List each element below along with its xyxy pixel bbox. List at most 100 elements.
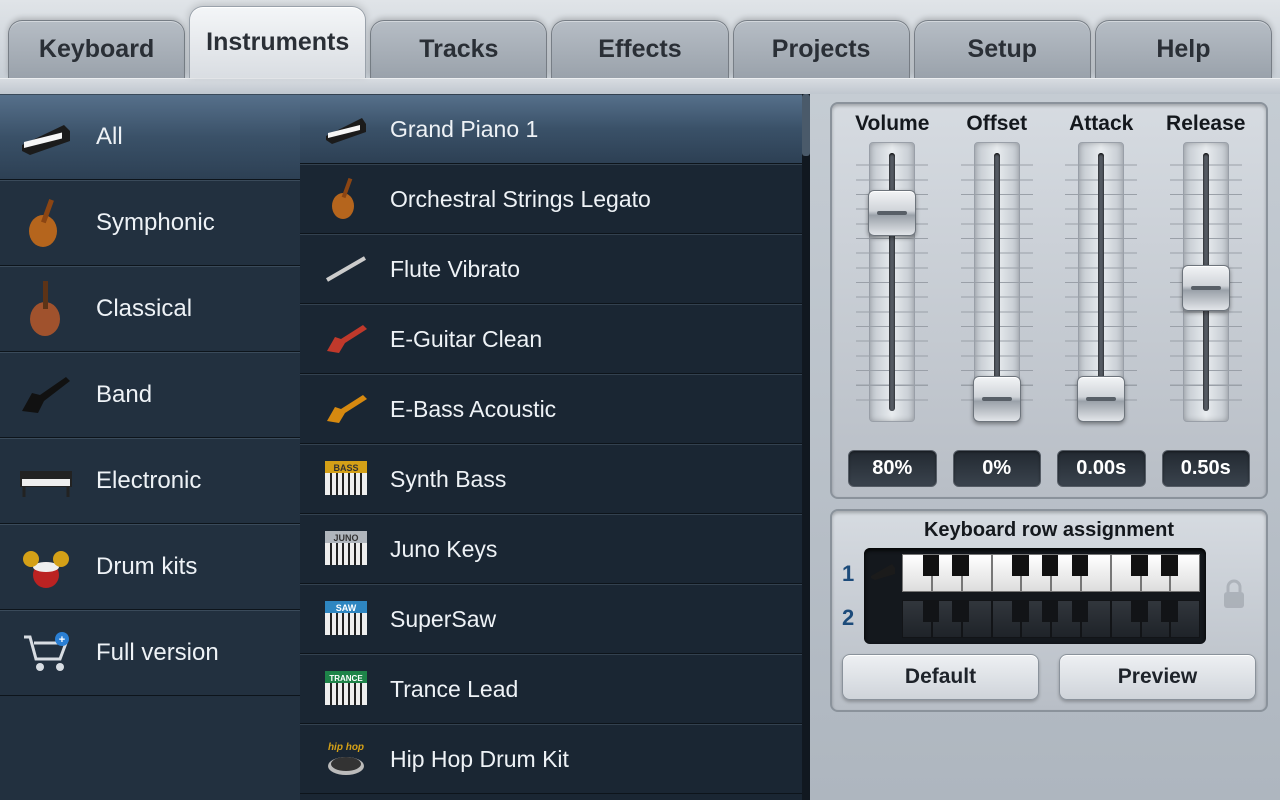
- tab-label: Effects: [598, 35, 681, 64]
- instrument-flute[interactable]: Flute Vibrato: [300, 234, 810, 304]
- row-numbers: 1 2: [842, 561, 854, 631]
- tab-tracks[interactable]: Tracks: [370, 20, 547, 78]
- lock-icon: [1216, 576, 1256, 616]
- bass-icon: [322, 387, 370, 431]
- keyboard-row-2: [902, 600, 1200, 638]
- category-label: Electronic: [96, 467, 201, 495]
- assignment-title: Keyboard row assignment: [842, 519, 1256, 542]
- instrument-orchestral-strings[interactable]: Orchestral Strings Legato: [300, 164, 810, 234]
- instrument-supersaw[interactable]: SAW SuperSaw: [300, 584, 810, 654]
- instrument-eguitar-clean[interactable]: E-Guitar Clean: [300, 304, 810, 374]
- tab-label: Projects: [772, 35, 871, 64]
- category-label: Classical: [96, 295, 192, 323]
- category-band[interactable]: Band: [0, 352, 300, 438]
- cello-icon: [18, 281, 74, 337]
- tab-help[interactable]: Help: [1095, 20, 1272, 78]
- slider-offset[interactable]: [974, 142, 1020, 422]
- instrument-label: Synth Bass: [390, 466, 506, 493]
- category-label: Symphonic: [96, 209, 215, 237]
- instrument-label: SuperSaw: [390, 606, 496, 633]
- keyboard-assignment: Keyboard row assignment 1 2: [830, 509, 1268, 712]
- slider-value-release: 0.50s: [1162, 450, 1251, 487]
- category-sidebar: All Symphonic Classical Band Electronic …: [0, 94, 300, 800]
- svg-text:hip hop: hip hop: [328, 742, 364, 753]
- slider-handle[interactable]: [1077, 376, 1125, 422]
- drums-icon: [18, 539, 74, 595]
- instrument-label: E-Guitar Clean: [390, 326, 542, 353]
- category-drumkits[interactable]: Drum kits: [0, 524, 300, 610]
- scrollbar-track[interactable]: [802, 94, 810, 800]
- piano-icon: [322, 107, 370, 151]
- eguitar-icon: [322, 317, 370, 361]
- piano-icon: [18, 109, 74, 165]
- instrument-label: Orchestral Strings Legato: [390, 186, 651, 213]
- eguitar-icon: [18, 367, 74, 423]
- tab-keyboard[interactable]: Keyboard: [8, 20, 185, 78]
- instrument-label: Grand Piano 1: [390, 116, 538, 143]
- keyboard-preview[interactable]: [864, 548, 1206, 644]
- cart-icon: +: [18, 625, 74, 681]
- row-number-1: 1: [842, 561, 854, 587]
- right-panel: Volume Offset Attack Release 80% 0% 0.00…: [810, 94, 1280, 800]
- slider-handle[interactable]: [973, 376, 1021, 422]
- category-label: Full version: [96, 639, 219, 667]
- svg-text:+: +: [59, 634, 65, 646]
- slider-handle[interactable]: [1182, 265, 1230, 311]
- category-classical[interactable]: Classical: [0, 266, 300, 352]
- tab-label: Keyboard: [39, 35, 154, 64]
- category-electronic[interactable]: Electronic: [0, 438, 300, 524]
- slider-value-offset: 0%: [953, 450, 1042, 487]
- svg-text:TRANCE: TRANCE: [329, 674, 363, 683]
- tab-label: Tracks: [419, 35, 498, 64]
- slider-label-release: Release: [1154, 112, 1259, 136]
- category-label: Band: [96, 381, 152, 409]
- svg-text:JUNO: JUNO: [333, 533, 358, 543]
- category-label: Drum kits: [96, 553, 197, 581]
- instrument-hiphop-drumkit[interactable]: hip hop Hip Hop Drum Kit: [300, 724, 810, 794]
- flute-icon: [322, 247, 370, 291]
- instrument-grand-piano[interactable]: Grand Piano 1: [300, 94, 810, 164]
- svg-text:BASS: BASS: [333, 463, 358, 473]
- tab-projects[interactable]: Projects: [733, 20, 910, 78]
- instrument-ebass-acoustic[interactable]: E-Bass Acoustic: [300, 374, 810, 444]
- slider-value-attack: 0.00s: [1057, 450, 1146, 487]
- slider-value-volume: 80%: [848, 450, 937, 487]
- default-button[interactable]: Default: [842, 654, 1039, 700]
- row-number-2: 2: [842, 605, 854, 631]
- instrument-list: Grand Piano 1 Orchestral Strings Legato …: [300, 94, 810, 800]
- category-fullversion[interactable]: + Full version: [0, 610, 300, 696]
- slider-volume[interactable]: [869, 142, 915, 422]
- tab-instruments[interactable]: Instruments: [189, 6, 366, 78]
- instrument-label: E-Bass Acoustic: [390, 396, 556, 423]
- instrument-juno-keys[interactable]: JUNO Juno Keys: [300, 514, 810, 584]
- instrument-synth-bass[interactable]: BASS Synth Bass: [300, 444, 810, 514]
- instrument-trance-lead[interactable]: TRANCE Trance Lead: [300, 654, 810, 724]
- tab-setup[interactable]: Setup: [914, 20, 1091, 78]
- instrument-label: Flute Vibrato: [390, 256, 520, 283]
- turntable-icon: hip hop: [322, 737, 370, 781]
- piano-icon: [870, 560, 896, 586]
- slider-label-attack: Attack: [1049, 112, 1154, 136]
- keyboard-row-1: [902, 554, 1200, 592]
- instrument-label: Hip Hop Drum Kit: [390, 746, 569, 773]
- category-all[interactable]: All: [0, 94, 300, 180]
- tab-bar: Keyboard Instruments Tracks Effects Proj…: [0, 0, 1280, 78]
- violin-icon: [322, 177, 370, 221]
- tab-effects[interactable]: Effects: [551, 20, 728, 78]
- tab-label: Help: [1156, 35, 1210, 64]
- instrument-label: Trance Lead: [390, 676, 518, 703]
- svg-text:SAW: SAW: [336, 603, 357, 613]
- category-symphonic[interactable]: Symphonic: [0, 180, 300, 266]
- tab-label: Setup: [968, 35, 1037, 64]
- scrollbar-thumb[interactable]: [802, 94, 810, 156]
- slider-label-volume: Volume: [840, 112, 945, 136]
- slider-release[interactable]: [1183, 142, 1229, 422]
- synth-icon: BASS: [322, 457, 370, 501]
- instrument-label: Juno Keys: [390, 536, 497, 563]
- slider-attack[interactable]: [1078, 142, 1124, 422]
- keyboard-icon: [18, 453, 74, 509]
- parameter-sliders: Volume Offset Attack Release 80% 0% 0.00…: [830, 102, 1268, 499]
- slider-handle[interactable]: [868, 190, 916, 236]
- preview-button[interactable]: Preview: [1059, 654, 1256, 700]
- category-label: All: [96, 123, 123, 151]
